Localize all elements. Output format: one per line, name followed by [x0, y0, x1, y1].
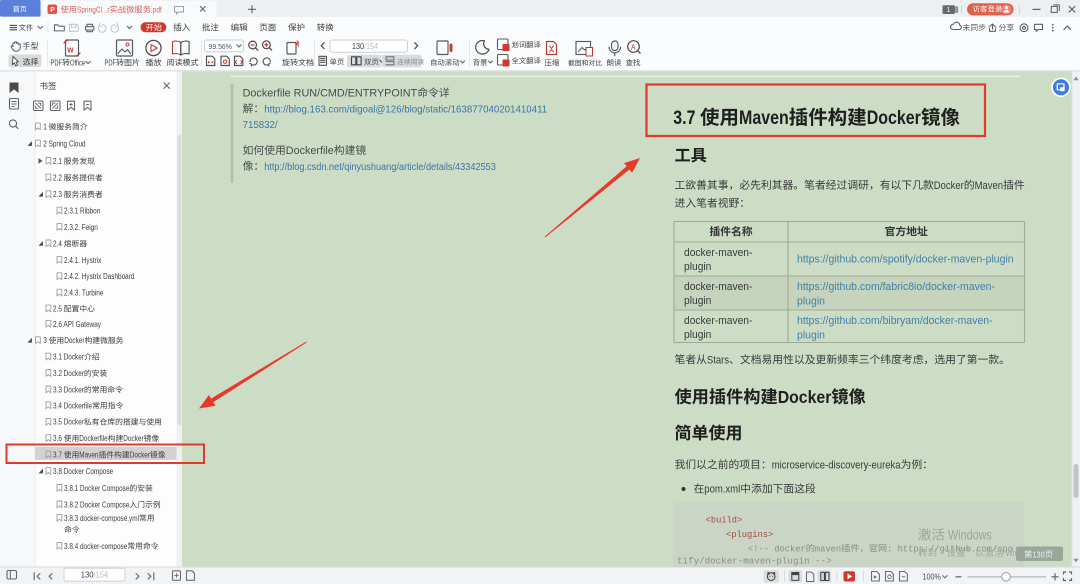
- svg-text:.pdf: .pdf: [151, 4, 162, 14]
- svg-text:Dockerfile: Dockerfile: [286, 145, 334, 157]
- svg-text:2.3.2. Feign: 2.3.2. Feign: [64, 223, 98, 232]
- svg-text:130: 130: [81, 570, 94, 580]
- svg-text:3.1 Docker: 3.1 Docker: [53, 353, 84, 362]
- svg-text:Maven: Maven: [739, 107, 789, 129]
- svg-text:plugin: plugin: [684, 329, 711, 341]
- svg-text:Docker: Docker: [778, 387, 832, 407]
- svg-text:maven: maven: [815, 544, 841, 555]
- svg-text:https://github.com/fabric8io/d: https://github.com/fabric8io/docker-mave…: [797, 281, 995, 293]
- svg-text:3.8.1 Docker Compose: 3.8.1 Docker Compose: [64, 484, 129, 493]
- svg-text:Dockerfile RUN/CMD/ENTRYPOINT: Dockerfile RUN/CMD/ENTRYPOINT: [243, 88, 418, 100]
- svg-text:2.3: 2.3: [53, 190, 62, 199]
- svg-text:Docker: Docker: [867, 107, 922, 129]
- svg-text:PDF: PDF: [51, 58, 63, 67]
- svg-text:Stars: Stars: [707, 354, 730, 366]
- svg-text:<plugins>: <plugins>: [726, 529, 773, 540]
- svg-text:<!-- docker: <!-- docker: [748, 544, 806, 555]
- svg-text:Docker: Docker: [123, 434, 144, 443]
- svg-text:3.2 Docker: 3.2 Docker: [53, 369, 84, 378]
- svg-text:3.8.4 docker-compose: 3.8.4 docker-compose: [64, 542, 127, 551]
- svg-text:2.4.1. Hystrix: 2.4.1. Hystrix: [64, 256, 101, 265]
- svg-text:3.6: 3.6: [53, 434, 62, 443]
- svg-text:2.4.2. Hystrix Dashboard: 2.4.2. Hystrix Dashboard: [64, 272, 134, 281]
- svg-text:3.8 Docker Compose: 3.8 Docker Compose: [53, 467, 113, 476]
- svg-text:A: A: [631, 43, 636, 52]
- svg-text:/154: /154: [364, 42, 378, 51]
- svg-text:PDF: PDF: [105, 58, 117, 67]
- svg-text:/154: /154: [93, 570, 108, 580]
- svg-text:docker-maven-: docker-maven-: [684, 281, 753, 293]
- svg-text:tify/docker-maven-plugin -->: tify/docker-maven-plugin -->: [677, 556, 832, 567]
- svg-text:2 Spring Cloud: 2 Spring Cloud: [43, 140, 85, 149]
- svg-text:3.7: 3.7: [673, 107, 695, 129]
- svg-text:3.4 Dockerfile: 3.4 Dockerfile: [53, 401, 92, 410]
- svg-text:plugin: plugin: [797, 295, 825, 307]
- svg-text:docker-maven-: docker-maven-: [684, 315, 753, 327]
- svg-text:Docker: Docker: [934, 180, 964, 192]
- svg-text:2.6 API Gateway: 2.6 API Gateway: [53, 320, 101, 329]
- svg-text:2.3.1 Ribbon: 2.3.1 Ribbon: [64, 207, 100, 216]
- svg-text:: https://github.com/spo: : https://github.com/spo: [887, 544, 1013, 555]
- svg-text:pom.xml: pom.xml: [704, 484, 740, 496]
- svg-text:2.2: 2.2: [53, 174, 62, 183]
- svg-text:130: 130: [352, 42, 364, 51]
- svg-text:Docker: Docker: [130, 451, 151, 460]
- svg-text:Office: Office: [70, 58, 85, 67]
- svg-text:3.8.2 Docker Compose: 3.8.2 Docker Compose: [64, 500, 129, 509]
- svg-text:100%: 100%: [923, 572, 941, 581]
- svg-text:https://github.com/spotify/doc: https://github.com/spotify/docker-maven-…: [797, 253, 1014, 265]
- svg-text:2.4: 2.4: [53, 239, 62, 248]
- svg-text:2.1: 2.1: [53, 157, 62, 166]
- svg-text:docker-maven-: docker-maven-: [684, 247, 753, 259]
- svg-text:1: 1: [43, 123, 47, 132]
- svg-text:plugin: plugin: [684, 261, 711, 273]
- svg-text:SpringCl...r: SpringCl...r: [77, 4, 110, 14]
- svg-text:Dockerfile: Dockerfile: [79, 434, 107, 443]
- svg-text:715832/: 715832/: [243, 120, 278, 131]
- svg-text:3.3 Docker: 3.3 Docker: [53, 385, 84, 394]
- svg-text:3.8.3 docker-compose.yml: 3.8.3 docker-compose.yml: [64, 514, 139, 523]
- svg-text:Maven: Maven: [79, 451, 98, 460]
- svg-text:2.4.3. Turbine: 2.4.3. Turbine: [64, 289, 104, 298]
- svg-text:3: 3: [43, 336, 47, 345]
- svg-text:http://blog.csdn.net/qinyushua: http://blog.csdn.net/qinyushuang/article…: [264, 162, 496, 173]
- svg-text:P: P: [50, 5, 55, 14]
- svg-text:2.5: 2.5: [53, 305, 62, 314]
- svg-text:99.56%: 99.56%: [209, 42, 233, 51]
- svg-text:plugin: plugin: [797, 329, 825, 341]
- svg-text:https://github.com/bibryam/doc: https://github.com/bibryam/docker-maven-: [797, 315, 993, 327]
- svg-text:Maven: Maven: [975, 180, 1004, 192]
- svg-text:<build>: <build>: [706, 515, 743, 526]
- svg-text:plugin: plugin: [684, 295, 711, 307]
- svg-text:w: w: [66, 45, 74, 55]
- svg-text:3.5 Docker: 3.5 Docker: [53, 418, 84, 427]
- svg-text:1: 1: [947, 7, 951, 14]
- svg-text:microservice-discovery-eureka: microservice-discovery-eureka: [772, 459, 901, 471]
- svg-text:Windows: Windows: [948, 528, 992, 543]
- svg-text:3.7: 3.7: [53, 451, 62, 460]
- svg-text:http://blog.163.com/digoal@126: http://blog.163.com/digoal@126/blog/stat…: [264, 104, 547, 115]
- svg-text:130: 130: [1033, 549, 1045, 559]
- svg-text:Docker: Docker: [64, 336, 85, 345]
